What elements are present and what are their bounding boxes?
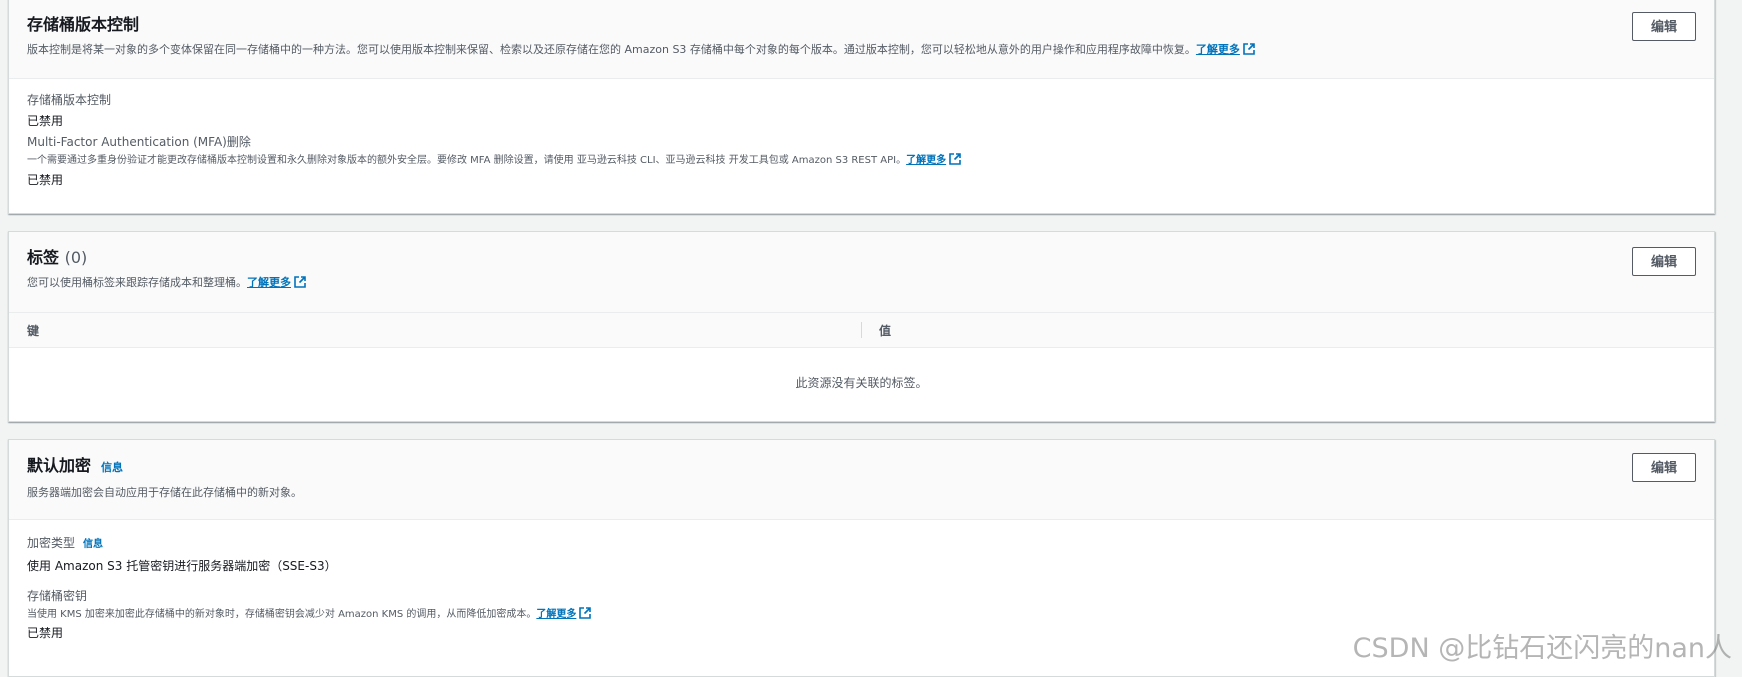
- versioning-panel: 存储桶版本控制 版本控制是将某一对象的多个变体保留在同一存储桶中的一种方法。您可…: [8, 0, 1715, 214]
- tags-table-header: 键 值: [9, 312, 1714, 348]
- tags-title: 标签 (0): [27, 247, 1696, 269]
- encryption-title: 默认加密 信息: [27, 455, 1696, 479]
- column-header-value[interactable]: 值: [861, 313, 1714, 347]
- external-link-icon: [949, 153, 961, 165]
- bucket-key-description-text: 当使用 KMS 加密来加密此存储桶中的新对象时，存储桶密钥会减少对 Amazon…: [27, 609, 537, 620]
- encryption-title-text: 默认加密: [27, 456, 92, 475]
- tags-empty-message: 此资源没有关联的标签。: [795, 376, 928, 390]
- tags-learn-more-label: 了解更多: [247, 276, 291, 289]
- mfa-learn-more-link[interactable]: 了解更多: [906, 153, 961, 166]
- versioning-title: 存储桶版本控制: [27, 15, 140, 34]
- external-link-icon: [579, 607, 592, 619]
- bucket-key-learn-more-label: 了解更多: [536, 609, 577, 620]
- tags-learn-more-link[interactable]: 了解更多: [247, 276, 306, 289]
- mfa-delete-value: 已禁用: [27, 173, 64, 187]
- tags-header: 标签 (0) 您可以使用桶标签来跟踪存储成本和整理桶。了解更多 编辑: [9, 232, 1714, 312]
- tags-description-text: 您可以使用桶标签来跟踪存储成本和整理桶。: [27, 276, 247, 289]
- versioning-value: 已禁用: [27, 114, 64, 128]
- bucket-key-label: 存储桶密钥: [27, 589, 88, 603]
- encryption-edit-button[interactable]: 编辑: [1632, 453, 1696, 482]
- versioning-learn-more-label: 了解更多: [1195, 43, 1240, 56]
- versioning-body: 存储桶版本控制 已禁用 Multi-Factor Authentication …: [9, 79, 1714, 189]
- bucket-key-description: 当使用 KMS 加密来加密此存储桶中的新对象时，存储桶密钥会减少对 Amazon…: [27, 607, 1696, 623]
- encryption-description: 服务器端加密会自动应用于存储在此存储桶中的新对象。: [27, 486, 302, 499]
- csdn-watermark: CSDN @比钻石还闪亮的nan人: [1352, 633, 1732, 664]
- tags-title-text: 标签: [27, 248, 60, 267]
- versioning-label: 存储桶版本控制: [27, 93, 112, 107]
- encryption-info-link[interactable]: 信息: [101, 461, 123, 474]
- encryption-body: 加密类型 信息 使用 Amazon S3 托管密钥进行服务器端加密（SSE-S3）…: [9, 520, 1714, 642]
- versioning-learn-more-link[interactable]: 了解更多: [1196, 43, 1255, 56]
- mfa-delete-label: Multi-Factor Authentication (MFA)删除: [27, 135, 251, 149]
- tags-count: (0): [64, 248, 88, 267]
- versioning-edit-button[interactable]: 编辑: [1632, 12, 1696, 41]
- tags-description: 您可以使用桶标签来跟踪存储成本和整理桶。了解更多: [27, 275, 1696, 291]
- mfa-delete-description-text: 一个需要通过多重身份验证才能更改存储桶版本控制设置和永久删除对象版本的额外安全层…: [27, 155, 907, 166]
- encryption-type-info-link[interactable]: 信息: [83, 539, 103, 550]
- external-link-icon: [1243, 43, 1255, 55]
- column-header-key[interactable]: 键: [9, 313, 861, 347]
- encryption-type-label: 加密类型 信息: [27, 534, 1696, 554]
- versioning-header: 存储桶版本控制 版本控制是将某一对象的多个变体保留在同一存储桶中的一种方法。您可…: [9, 0, 1714, 79]
- tags-edit-button[interactable]: 编辑: [1632, 247, 1696, 276]
- encryption-type-value: 使用 Amazon S3 托管密钥进行服务器端加密（SSE-S3）: [27, 559, 337, 573]
- versioning-description-text: 版本控制是将某一对象的多个变体保留在同一存储桶中的一种方法。您可以使用版本控制来…: [27, 43, 1196, 56]
- versioning-description: 版本控制是将某一对象的多个变体保留在同一存储桶中的一种方法。您可以使用版本控制来…: [27, 42, 1696, 58]
- tags-panel: 标签 (0) 您可以使用桶标签来跟踪存储成本和整理桶。了解更多 编辑 键 值 此…: [8, 231, 1715, 422]
- mfa-learn-more-label: 了解更多: [906, 155, 947, 166]
- encryption-header: 默认加密 信息 服务器端加密会自动应用于存储在此存储桶中的新对象。 编辑: [9, 440, 1714, 520]
- mfa-delete-description: 一个需要通过多重身份验证才能更改存储桶版本控制设置和永久删除对象版本的额外安全层…: [27, 153, 1696, 169]
- external-link-icon: [294, 276, 306, 288]
- bucket-key-learn-more-link[interactable]: 了解更多: [536, 607, 592, 620]
- encryption-type-label-text: 加密类型: [27, 536, 76, 550]
